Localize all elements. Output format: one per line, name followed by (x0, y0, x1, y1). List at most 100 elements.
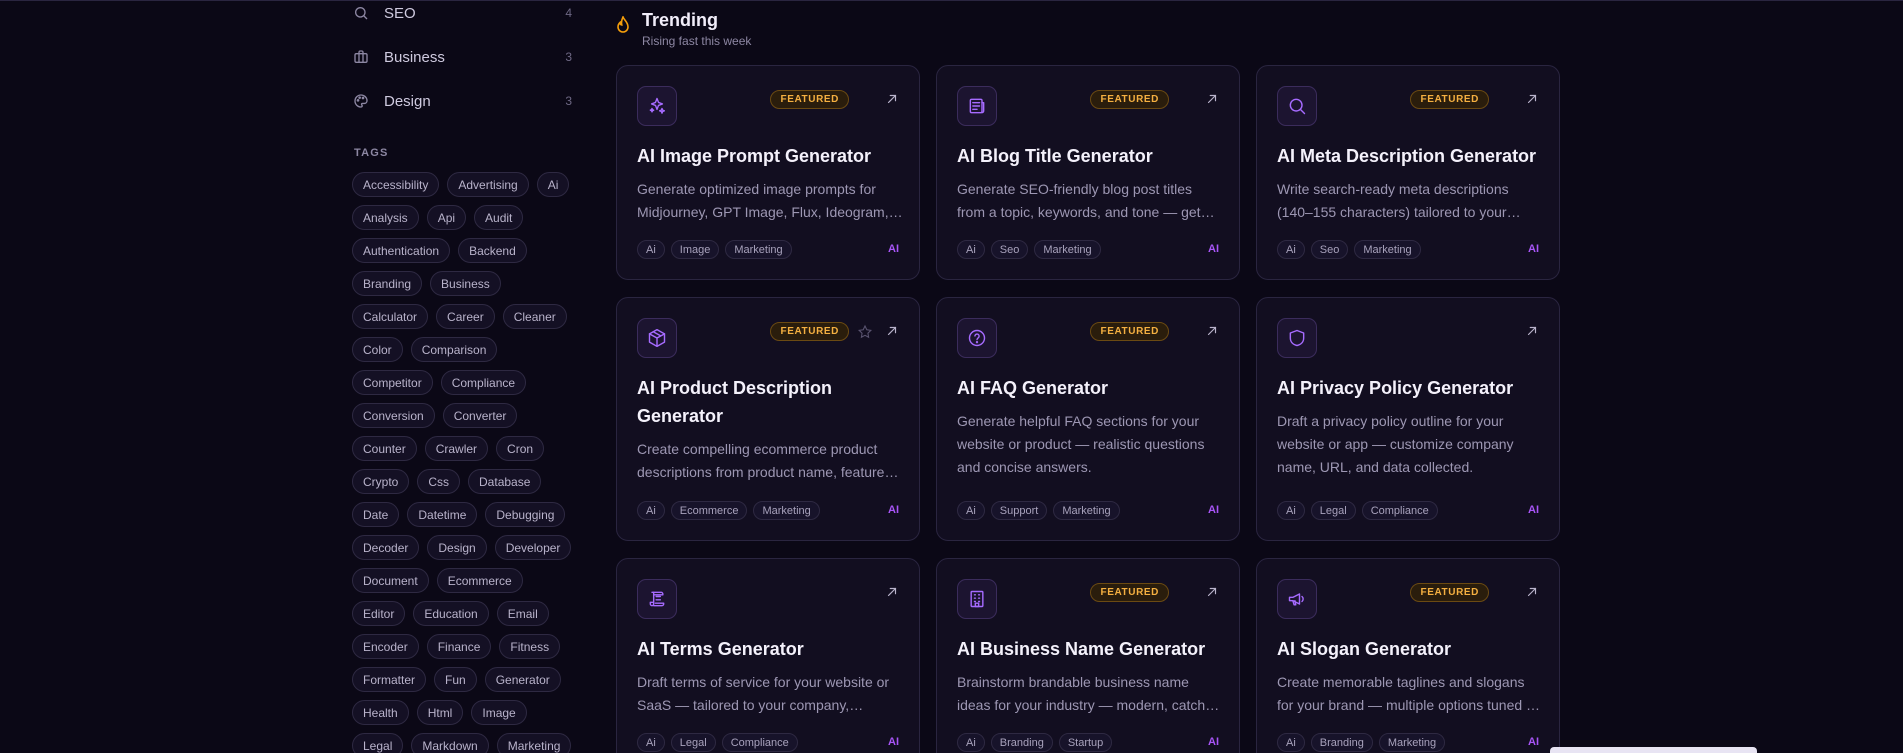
arrow-up-right-icon[interactable] (885, 324, 899, 338)
tool-tag-chip[interactable]: Legal (1310, 501, 1356, 520)
tag-accessibility[interactable]: Accessibility (352, 172, 440, 197)
tag-finance[interactable]: Finance (426, 634, 492, 659)
tool-tags: Ai Legal Compliance (637, 733, 798, 752)
tag-authentication[interactable]: Authentication (352, 238, 451, 263)
tool-tag-chip[interactable]: Marketing (753, 501, 820, 520)
tag-fitness[interactable]: Fitness (499, 634, 561, 659)
tag-css[interactable]: Css (417, 469, 461, 494)
sidebar-category-design[interactable]: Design 3 (352, 89, 572, 113)
tag-email[interactable]: Email (496, 601, 549, 626)
tag-image[interactable]: Image (471, 700, 527, 725)
tag-color[interactable]: Color (352, 337, 403, 362)
tool-card[interactable]: FEATURED AI Slogan Generator Create memora… (1256, 558, 1560, 753)
tool-tag-chip[interactable]: Ai (637, 733, 665, 752)
tag-comparison[interactable]: Comparison (410, 337, 498, 362)
tag-branding[interactable]: Branding (352, 271, 423, 296)
tool-card[interactable]: FEATURED AI FAQ Generator Generate helpful… (936, 297, 1240, 541)
tag-converter[interactable]: Converter (442, 403, 518, 428)
tag-marketing[interactable]: Marketing (496, 733, 572, 753)
tag-legal[interactable]: Legal (352, 733, 404, 753)
tool-tag-chip[interactable]: Marketing (725, 240, 792, 259)
sidebar-category-seo[interactable]: SEO 4 (352, 1, 572, 25)
tag-audit[interactable]: Audit (474, 205, 524, 230)
tool-tag-chip[interactable]: Ai (957, 733, 985, 752)
tag-career[interactable]: Career (436, 304, 495, 329)
tool-tag-chip[interactable]: Branding (990, 733, 1053, 752)
tag-datetime[interactable]: Datetime (407, 502, 478, 527)
tool-tag-chip[interactable]: Marketing (1034, 240, 1101, 259)
tag-cron[interactable]: Cron (496, 436, 545, 461)
tool-tag-chip[interactable]: Ai (637, 240, 665, 259)
tool-tag-chip[interactable]: Ai (957, 240, 985, 259)
tool-tag-chip[interactable]: Marketing (1378, 733, 1446, 752)
tag-encoder[interactable]: Encoder (352, 634, 419, 659)
tool-tag-chip[interactable]: Compliance (721, 733, 798, 752)
tag-generator[interactable]: Generator (484, 667, 561, 692)
tag-api[interactable]: Api (426, 205, 467, 230)
tag-decoder[interactable]: Decoder (352, 535, 420, 560)
tool-tag-chip[interactable]: Marketing (1053, 501, 1120, 520)
tag-crypto[interactable]: Crypto (352, 469, 410, 494)
tool-tag-chip[interactable]: Ai (1277, 501, 1305, 520)
tool-tag-chip[interactable]: Ai (957, 501, 985, 520)
tag-ai[interactable]: Ai (536, 172, 570, 197)
tag-conversion[interactable]: Conversion (352, 403, 435, 428)
tool-tag-chip[interactable]: Seo (1310, 240, 1349, 259)
tool-card[interactable]: FEATURED AI Blog Title Generator Generate … (936, 65, 1240, 280)
tool-card[interactable]: FEATURED AI Image Prompt Generator Generat… (616, 65, 920, 280)
tag-database[interactable]: Database (468, 469, 542, 494)
tag-business[interactable]: Business (430, 271, 501, 296)
tag-health[interactable]: Health (352, 700, 409, 725)
tag-design[interactable]: Design (427, 535, 487, 560)
tool-card[interactable]: FEATURED AI Product Description Generator… (616, 297, 920, 541)
tag-advertising[interactable]: Advertising (447, 172, 529, 197)
tool-tag-chip[interactable]: Ai (1277, 240, 1305, 259)
tag-education[interactable]: Education (413, 601, 489, 626)
tag-analysis[interactable]: Analysis (352, 205, 419, 230)
featured-badge: FEATURED (1090, 583, 1169, 602)
star-icon[interactable] (857, 324, 873, 340)
tool-tag-chip[interactable]: Ecommerce (670, 501, 748, 520)
tool-tag-chip[interactable]: Ai (637, 501, 665, 520)
tag-developer[interactable]: Developer (494, 535, 572, 560)
arrow-up-right-icon[interactable] (1525, 92, 1539, 106)
tool-tag-chip[interactable]: Startup (1058, 733, 1113, 752)
tag-markdown[interactable]: Markdown (411, 733, 489, 753)
tag-debugging[interactable]: Debugging (485, 502, 566, 527)
tag-backend[interactable]: Backend (458, 238, 527, 263)
arrow-up-right-icon[interactable] (1205, 92, 1219, 106)
arrow-up-right-icon[interactable] (1205, 585, 1219, 599)
tag-html[interactable]: Html (416, 700, 464, 725)
tool-card[interactable]: FEATURED AI Business Name Generator Brains… (936, 558, 1240, 753)
tag-fun[interactable]: Fun (434, 667, 477, 692)
tag-cleaner[interactable]: Cleaner (502, 304, 567, 329)
tool-tag-chip[interactable]: Seo (990, 240, 1029, 259)
tool-card[interactable]: FEATURED AI Meta Description Generator Wri… (1256, 65, 1560, 280)
sidebar-category-business[interactable]: Business 3 (352, 45, 572, 69)
tag-formatter[interactable]: Formatter (352, 667, 427, 692)
tool-card[interactable]: AI Privacy Policy Generator Draft a priva… (1256, 297, 1560, 541)
tag-document[interactable]: Document (352, 568, 429, 593)
tool-tag-chip[interactable]: Ai (1277, 733, 1305, 752)
tool-tag-chip[interactable]: Branding (1310, 733, 1373, 752)
tag-counter[interactable]: Counter (352, 436, 417, 461)
tag-crawler[interactable]: Crawler (424, 436, 489, 461)
tag-competitor[interactable]: Competitor (352, 370, 433, 395)
tool-tag-chip[interactable]: Legal (670, 733, 716, 752)
arrow-up-right-icon[interactable] (1205, 324, 1219, 338)
featured-badge: FEATURED (770, 322, 849, 341)
arrow-up-right-icon[interactable] (1525, 324, 1539, 338)
arrow-up-right-icon[interactable] (885, 92, 899, 106)
tag-editor[interactable]: Editor (352, 601, 406, 626)
tool-tag-chip[interactable]: Image (670, 240, 720, 259)
tool-card[interactable]: AI Terms Generator Draft terms of service… (616, 558, 920, 753)
arrow-up-right-icon[interactable] (1525, 585, 1539, 599)
tool-tag-chip[interactable]: Compliance (1361, 501, 1438, 520)
tag-date[interactable]: Date (352, 502, 400, 527)
tag-calculator[interactable]: Calculator (352, 304, 429, 329)
arrow-up-right-icon[interactable] (885, 585, 899, 599)
tool-tag-chip[interactable]: Support (990, 501, 1048, 520)
tool-tag-chip[interactable]: Marketing (1354, 240, 1421, 259)
tag-compliance[interactable]: Compliance (440, 370, 527, 395)
tag-ecommerce[interactable]: Ecommerce (436, 568, 523, 593)
